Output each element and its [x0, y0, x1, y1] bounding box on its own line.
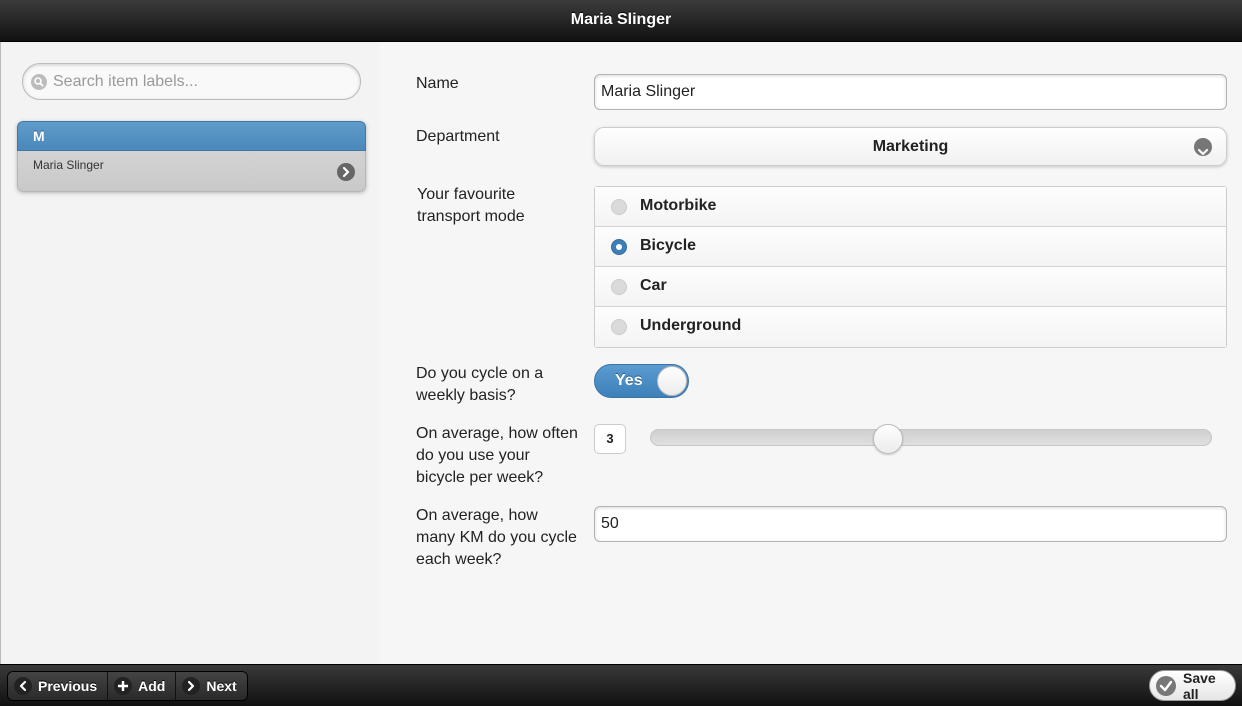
- sidebar: M Maria Slinger: [0, 42, 380, 664]
- chevron-right-icon: [337, 163, 355, 181]
- list-item-label: Maria Slinger: [33, 158, 104, 172]
- check-icon: [1156, 675, 1176, 696]
- cycle-weekly-label: Do you cycle on a weekly basis?: [416, 363, 543, 407]
- next-button[interactable]: Next: [176, 672, 247, 700]
- footer-toolbar: Previous Add Next Save all: [0, 664, 1242, 706]
- cycle-weekly-toggle[interactable]: Yes: [594, 364, 689, 398]
- next-label: Next: [206, 678, 237, 694]
- km-label-line2: many KM do you cycle: [416, 529, 577, 546]
- km-field[interactable]: [594, 506, 1227, 542]
- page-title: Maria Slinger: [570, 11, 672, 28]
- list-divider: M: [17, 121, 366, 151]
- frequency-label-line2: do you use your: [416, 447, 530, 464]
- save-all-button[interactable]: Save all: [1149, 669, 1236, 702]
- chevron-right-icon: [182, 677, 201, 695]
- department-select[interactable]: Marketing: [594, 127, 1227, 166]
- plus-icon: [114, 677, 133, 695]
- name-field[interactable]: [594, 74, 1227, 110]
- frequency-value-input[interactable]: 3: [594, 424, 626, 454]
- transport-label-line2: transport mode: [417, 208, 525, 225]
- item-list: M Maria Slinger: [17, 121, 366, 192]
- radio-option-underground[interactable]: Underground: [595, 307, 1226, 347]
- page-header: Maria Slinger: [0, 0, 1242, 42]
- frequency-slider-handle[interactable]: [873, 424, 904, 454]
- add-label: Add: [138, 678, 166, 694]
- list-item[interactable]: Maria Slinger: [17, 151, 366, 192]
- edit-form: Name Department Marketing Your favourite…: [380, 42, 1242, 664]
- search-icon: [31, 74, 47, 90]
- cycle-weekly-label-line2: weekly basis?: [416, 387, 516, 404]
- transport-label: Your favourite transport mode: [417, 184, 525, 228]
- frequency-label-line1: On average, how often: [416, 425, 578, 442]
- toggle-label: Yes: [615, 372, 643, 389]
- save-all-label: Save all: [1183, 669, 1216, 702]
- radio-icon: [611, 279, 627, 295]
- km-label-line1: On average, how: [416, 507, 538, 524]
- frequency-label: On average, how often do you use your bi…: [416, 423, 578, 489]
- radio-selected-icon: [611, 239, 627, 255]
- name-label: Name: [416, 75, 459, 92]
- frequency-slider-track[interactable]: [650, 429, 1212, 446]
- department-value: Marketing: [872, 138, 949, 155]
- radio-label: Bicycle: [640, 237, 697, 254]
- chevron-down-icon: [1194, 138, 1212, 156]
- radio-icon: [611, 319, 627, 335]
- radio-option-bicycle[interactable]: Bicycle: [595, 227, 1226, 267]
- previous-button[interactable]: Previous: [8, 672, 109, 700]
- radio-label: Underground: [640, 317, 742, 334]
- department-label: Department: [416, 128, 500, 145]
- transport-label-line1: Your favourite: [417, 186, 516, 203]
- chevron-left-icon: [14, 677, 32, 695]
- radio-label: Motorbike: [640, 197, 717, 214]
- cycle-weekly-label-line1: Do you cycle on a: [416, 365, 544, 382]
- add-button[interactable]: Add: [108, 672, 177, 700]
- previous-label: Previous: [38, 678, 98, 694]
- km-label: On average, how many KM do you cycle eac…: [416, 505, 577, 571]
- radio-icon: [611, 199, 627, 215]
- nav-button-group: Previous Add Next: [7, 671, 248, 701]
- search-box[interactable]: [22, 63, 361, 100]
- toggle-knob[interactable]: [657, 366, 687, 396]
- km-label-line3: each week?: [416, 551, 502, 568]
- frequency-label-line3: bicycle per week?: [416, 469, 544, 486]
- radio-label: Car: [640, 277, 667, 294]
- radio-option-car[interactable]: Car: [595, 267, 1226, 307]
- search-input[interactable]: [53, 64, 353, 99]
- transport-radio-group: Motorbike Bicycle Car Underground: [594, 186, 1227, 348]
- radio-option-motorbike[interactable]: Motorbike: [595, 187, 1226, 227]
